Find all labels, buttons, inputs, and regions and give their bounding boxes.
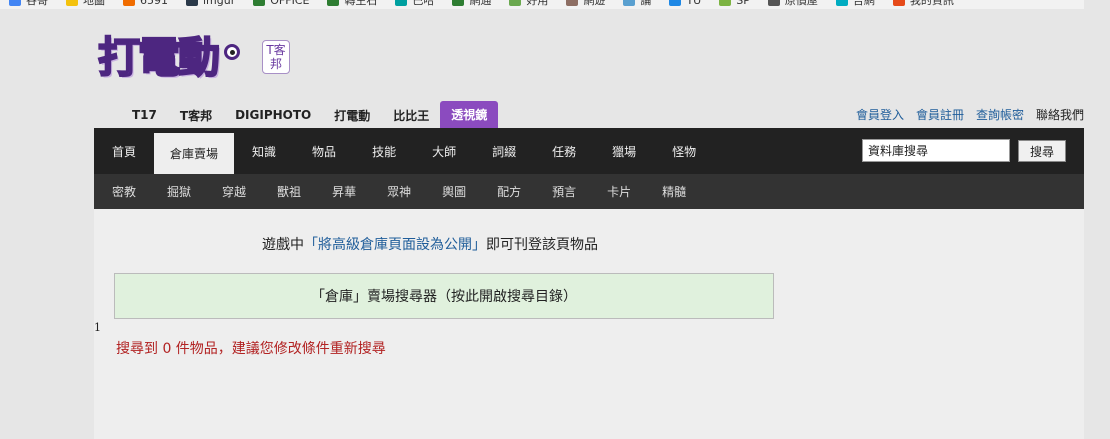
- nav-monsters[interactable]: 怪物: [654, 128, 714, 174]
- nav-warehouse-market[interactable]: 倉庫賣場: [154, 133, 235, 174]
- nav-affixes[interactable]: 詞綴: [474, 128, 534, 174]
- bookmark-item[interactable]: OFFICE: [244, 0, 318, 7]
- subnav-cards[interactable]: 卡片: [607, 183, 631, 200]
- forum-icon: [623, 0, 636, 6]
- shop-icon: [767, 0, 780, 6]
- nav-masters[interactable]: 大師: [414, 128, 474, 174]
- site-link-t17[interactable]: T17: [132, 108, 157, 122]
- logo-wordmark: 打電動: [97, 33, 221, 83]
- site-link-tkb[interactable]: T客邦: [180, 107, 212, 124]
- sub-nav: 密教 掘獄 穿越 獸祖 昇華 眾神 輿圖 配方 預言 卡片 精髓: [94, 174, 1084, 209]
- info-icon: [669, 0, 682, 6]
- register-link[interactable]: 會員註冊: [916, 106, 964, 123]
- logo-subtitle: T客邦: [262, 40, 290, 74]
- stone-icon: [327, 0, 340, 6]
- bookmark-item[interactable]: 原價屋: [759, 0, 827, 8]
- member-links: 會員登入 會員註冊 查詢帳密 聯絡我們: [856, 106, 1084, 123]
- bookmark-label: 原價屋: [784, 0, 818, 7]
- main-nav: 首頁 倉庫賣場 知識 物品 技能 大師 詞綴 任務 獵場 怪物 搜尋: [94, 128, 1084, 174]
- subnav-delve[interactable]: 掘獄: [167, 183, 191, 200]
- bookmarks-bar: 谷哥 地圖 6591 imgur OFFICE 轉生石 巴哈 網通 好用 網遊 論 TU SP 原價屋 告網…: [0, 0, 1110, 9]
- notice-text-post: 即可刊登該頁物品: [486, 237, 598, 253]
- bahamut-icon: [395, 0, 408, 6]
- bookmark-item[interactable]: SP: [710, 0, 759, 7]
- site-link-bibiwang[interactable]: 比比王: [393, 107, 429, 124]
- right-margin: [1084, 0, 1110, 439]
- nav-quests[interactable]: 任務: [534, 128, 594, 174]
- bookmark-label: 谷哥: [26, 0, 48, 7]
- bookmark-label: 巴哈: [412, 0, 435, 7]
- page-number: 1: [94, 321, 101, 334]
- bookmark-label: 網通: [469, 0, 492, 7]
- site-icon: [123, 0, 135, 6]
- bookmark-label: 網遊: [583, 0, 606, 7]
- bookmark-label: imgur: [203, 0, 236, 7]
- bookmark-label: 論: [640, 0, 652, 7]
- bookmark-item[interactable]: 我的資訊: [884, 0, 963, 8]
- nav-knowledge[interactable]: 知識: [234, 128, 294, 174]
- subnav-recipes[interactable]: 配方: [497, 183, 521, 200]
- bookmark-label: TU: [686, 0, 702, 7]
- star-icon: [835, 0, 848, 6]
- nav-hunting-grounds[interactable]: 獵場: [594, 128, 654, 174]
- network-icon: [452, 0, 465, 6]
- subnav-atlas[interactable]: 輿圖: [442, 183, 466, 200]
- bookmark-item[interactable]: 地圖: [57, 0, 114, 8]
- subnav-incursion[interactable]: 穿越: [222, 183, 246, 200]
- search-button[interactable]: 搜尋: [1018, 140, 1066, 162]
- bookmark-item[interactable]: 6591: [114, 0, 177, 7]
- nav-home[interactable]: 首頁: [94, 128, 154, 174]
- game-icon: [566, 0, 579, 6]
- database-search-input[interactable]: [862, 139, 1010, 162]
- site-link-gamer[interactable]: 打電動: [334, 107, 370, 124]
- bookmark-item[interactable]: 轉生石: [318, 0, 386, 8]
- bookmark-item[interactable]: 網遊: [557, 0, 614, 8]
- bookmark-label: OFFICE: [270, 0, 310, 7]
- notice-text-pre: 遊戲中: [262, 237, 304, 253]
- bookmark-label: 地圖: [83, 0, 105, 7]
- maps-icon: [66, 0, 78, 6]
- tool-icon: [509, 0, 522, 6]
- public-stash-link[interactable]: 「將高級倉庫頁面設為公開」: [304, 237, 486, 253]
- bookmark-label: SP: [736, 0, 750, 7]
- bookmark-label: 6591: [140, 0, 168, 7]
- contact-link[interactable]: 聯絡我們: [1036, 106, 1084, 123]
- search-result-message: 搜尋到 0 件物品，建議您修改條件重新搜尋: [116, 341, 386, 357]
- bookmark-item[interactable]: 告網: [827, 0, 884, 8]
- site-link-toushijing[interactable]: 透視鏡: [440, 101, 499, 129]
- google-icon: [9, 0, 21, 6]
- subnav-ascendancy[interactable]: 昇華: [332, 183, 356, 200]
- site-logo[interactable]: 打電動 T客邦: [97, 33, 298, 86]
- account-lookup-link[interactable]: 查詢帳密: [976, 106, 1024, 123]
- bookmark-item[interactable]: 論: [614, 0, 660, 8]
- bookmark-label: 告網: [852, 0, 875, 7]
- subnav-pantheon[interactable]: 眾神: [387, 183, 411, 200]
- office-icon: [253, 0, 266, 6]
- subnav-prophecy[interactable]: 預言: [552, 183, 576, 200]
- public-stash-notice: 遊戲中「將高級倉庫頁面設為公開」即可刊登該頁物品: [262, 234, 598, 254]
- subnav-beast[interactable]: 獸祖: [277, 183, 301, 200]
- bookmark-label: 我的資訊: [909, 0, 954, 7]
- bookmark-item[interactable]: imgur: [177, 0, 244, 7]
- nav-skills[interactable]: 技能: [354, 128, 414, 174]
- content-area: 遊戲中「將高級倉庫頁面設為公開」即可刊登該頁物品 「倉庫」賣場搜尋器（按此開啟搜…: [94, 209, 1084, 439]
- logo-eye-icon: [224, 44, 240, 60]
- bookmark-item[interactable]: TU: [660, 0, 710, 7]
- subnav-essence[interactable]: 精髓: [662, 183, 686, 200]
- site-links: T17 T客邦 DIGIPHOTO 打電動 比比王 透視鏡: [132, 101, 521, 129]
- nav-items[interactable]: 物品: [294, 128, 354, 174]
- bookmark-item[interactable]: 網通: [443, 0, 500, 8]
- pencil-icon: [719, 0, 732, 6]
- site-link-digiphoto[interactable]: DIGIPHOTO: [235, 108, 311, 122]
- login-link[interactable]: 會員登入: [856, 106, 904, 123]
- bookmark-label: 好用: [526, 0, 549, 7]
- bookmark-item[interactable]: 巴哈: [386, 0, 443, 8]
- bookmark-item[interactable]: 谷哥: [0, 0, 57, 8]
- imgur-icon: [186, 0, 198, 6]
- search-directory-toggle[interactable]: 「倉庫」賣場搜尋器（按此開啟搜尋目錄）: [114, 273, 774, 319]
- bookmark-label: 轉生石: [344, 0, 378, 7]
- bookmark-item[interactable]: 好用: [500, 0, 557, 8]
- globe-icon: [892, 0, 905, 6]
- subnav-cult[interactable]: 密教: [112, 183, 136, 200]
